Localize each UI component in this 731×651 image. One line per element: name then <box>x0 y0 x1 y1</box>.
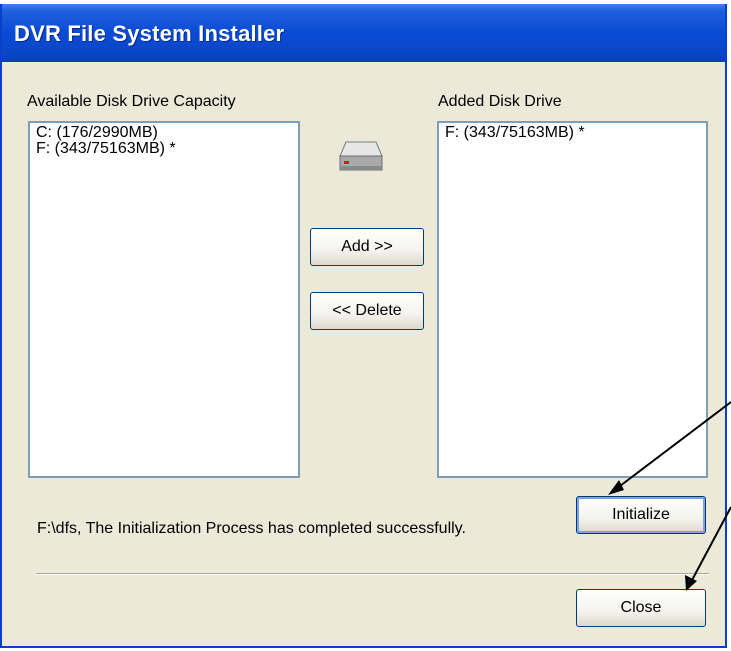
available-drives-label: Available Disk Drive Capacity <box>27 93 236 110</box>
title-bar[interactable]: DVR File System Installer <box>2 4 725 62</box>
added-drives-label: Added Disk Drive <box>438 93 562 110</box>
installer-window: DVR File System Installer Available Disk… <box>0 4 727 648</box>
add-button[interactable]: Add >> <box>310 228 424 266</box>
initialize-button[interactable]: Initialize <box>576 496 706 534</box>
available-drives-list[interactable]: C: (176/2990MB) F: (343/75163MB) * <box>28 121 300 478</box>
status-message: F:\dfs, The Initialization Process has c… <box>37 520 466 537</box>
added-drives-list[interactable]: F: (343/75163MB) * <box>437 121 708 478</box>
separator <box>36 573 709 575</box>
hard-drive-icon <box>339 141 383 171</box>
close-button[interactable]: Close <box>576 589 706 627</box>
delete-button[interactable]: << Delete <box>310 292 424 330</box>
list-item[interactable]: C: (176/2990MB) <box>36 125 292 141</box>
window-title: DVR File System Installer <box>14 21 285 46</box>
list-item[interactable]: F: (343/75163MB) * <box>445 125 700 141</box>
list-item[interactable]: F: (343/75163MB) * <box>36 141 292 157</box>
